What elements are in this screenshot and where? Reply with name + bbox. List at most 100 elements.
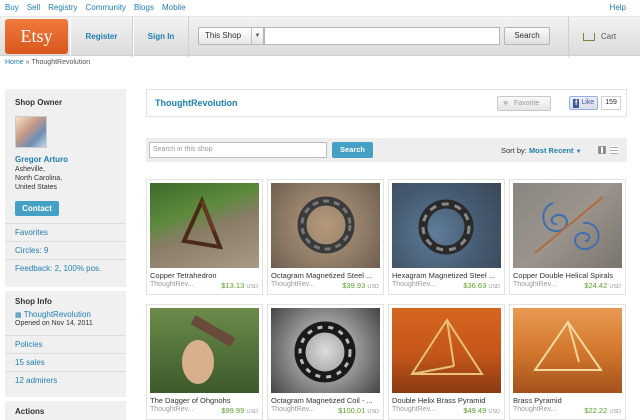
listing-card[interactable]: Hexagram Magnetized Steel ... ThoughtRev… — [388, 179, 505, 295]
shop-title[interactable]: ThoughtRevolution — [155, 98, 237, 108]
listing-title[interactable]: Brass Pyramid — [513, 396, 623, 405]
help-link[interactable]: Help — [610, 3, 626, 12]
price-value: $13.13 — [221, 281, 245, 290]
listing-title[interactable]: Copper Double Helical Spirals — [513, 271, 623, 280]
listing-image[interactable] — [271, 183, 380, 268]
listing-shop[interactable]: ThoughtRev... — [513, 281, 556, 288]
listing-card[interactable]: Copper Tetrahedron ThoughtRev... $13.13 … — [146, 179, 263, 295]
actions-heading: Actions — [15, 407, 45, 416]
sign-in-button[interactable]: Sign In — [133, 17, 189, 57]
search-input[interactable] — [264, 27, 500, 45]
listing-image[interactable] — [150, 308, 259, 393]
facebook-icon: f — [573, 98, 580, 108]
listing-card[interactable]: The Dagger of Ohgnohs ThoughtRev... $99.… — [146, 304, 263, 420]
price-value: $100.01 — [338, 406, 366, 415]
price-currency: USD — [488, 409, 500, 415]
listing-image[interactable] — [150, 183, 259, 268]
grid-view-icon[interactable] — [598, 146, 606, 154]
listing-image[interactable] — [513, 183, 622, 268]
shop-name-row[interactable]: ▦ ThoughtRevolution — [15, 310, 126, 319]
listing-title[interactable]: Octagram Magnetized Steel ... — [271, 271, 381, 280]
listing-card[interactable]: Octagram Magnetized Coil - ... ThoughtRe… — [267, 304, 384, 420]
favorite-button[interactable]: ♥ Favorite — [497, 96, 551, 111]
opened-date: Opened on Nov 14, 2011 — [15, 320, 93, 327]
location-city: Asheville, — [15, 166, 45, 173]
nav-sell-link[interactable]: Sell — [27, 3, 40, 12]
list-view-icon[interactable] — [610, 146, 618, 154]
sales-row[interactable]: 15 sales — [5, 353, 126, 371]
listing-title[interactable]: Copper Tetrahedron — [150, 271, 260, 280]
chevron-down-icon[interactable]: ▼ — [576, 149, 582, 155]
actions-section: Actions — [5, 397, 126, 420]
nav-blogs-link[interactable]: Blogs — [134, 3, 154, 12]
listing-shop[interactable]: ThoughtRev... — [150, 281, 193, 288]
listing-price: $22.22 USD — [584, 406, 621, 415]
octagram-coil-illustration — [297, 196, 355, 254]
breadcrumb-home[interactable]: Home — [5, 59, 24, 66]
favorites-row[interactable]: Favorites — [5, 223, 126, 241]
admirers-row[interactable]: 12 admirers — [5, 371, 126, 389]
owner-name-link[interactable]: Gregor Arturo — [15, 155, 68, 164]
listing-image[interactable] — [271, 308, 380, 393]
nav-buy-link[interactable]: Buy — [5, 3, 19, 12]
site-search: This Shop ▼ Search — [198, 27, 550, 45]
listing-price: $13.13 USD — [221, 281, 258, 290]
copper-spiral-illustration — [534, 196, 604, 254]
sort-select[interactable]: Most Recent — [529, 146, 574, 155]
register-button[interactable]: Register — [70, 17, 133, 57]
search-button[interactable]: Search — [504, 27, 550, 45]
price-value: $24.42 — [584, 281, 608, 290]
cart-button[interactable]: Cart — [568, 17, 640, 57]
listing-card[interactable]: Brass Pyramid ThoughtRev... $22.22 USD — [509, 304, 626, 420]
listing-shop[interactable]: ThoughtRev... — [392, 281, 435, 288]
listing-title[interactable]: The Dagger of Ohgnohs — [150, 396, 260, 405]
listing-shop[interactable]: ThoughtRev... — [271, 406, 314, 413]
policies-link[interactable]: Policies — [15, 340, 43, 349]
listing-image[interactable] — [513, 308, 622, 393]
listing-card[interactable]: Double Helix Brass Pyramid ThoughtRev...… — [388, 304, 505, 420]
favorites-link[interactable]: Favorites — [15, 228, 48, 237]
feedback-link[interactable]: Feedback: 2, 100% pos. — [15, 264, 101, 273]
listing-title[interactable]: Octagram Magnetized Coil - ... — [271, 396, 381, 405]
circles-row[interactable]: Circles: 9 — [5, 241, 126, 259]
nav-community-link[interactable]: Community — [85, 3, 125, 12]
nav-mobile-link[interactable]: Mobile — [162, 3, 186, 12]
listing-title[interactable]: Double Helix Brass Pyramid — [392, 396, 502, 405]
top-nav: Buy Sell Registry Community Blogs Mobile… — [0, 0, 640, 14]
price-currency: USD — [488, 284, 500, 290]
dagger-illustration — [182, 315, 236, 384]
price-currency: USD — [367, 409, 379, 415]
shop-name-link[interactable]: ThoughtRevolution — [24, 310, 91, 319]
site-header: Etsy Register Sign In This Shop ▼ Search… — [0, 16, 640, 57]
listing-shop[interactable]: ThoughtRev... — [150, 406, 193, 413]
listing-title[interactable]: Hexagram Magnetized Steel ... — [392, 271, 502, 280]
shop-search-input[interactable]: Search in this shop — [149, 142, 327, 158]
etsy-logo[interactable]: Etsy — [5, 19, 68, 54]
copper-tetrahedron-illustration — [181, 195, 224, 250]
price-currency: USD — [246, 409, 258, 415]
listing-image[interactable] — [392, 183, 501, 268]
avatar[interactable] — [15, 116, 47, 148]
search-scope-select[interactable]: This Shop ▼ — [198, 27, 264, 45]
circles-link[interactable]: Circles: 9 — [15, 246, 48, 255]
listing-card[interactable]: Octagram Magnetized Steel ... ThoughtRev… — [267, 179, 384, 295]
listing-price: $39.93 USD — [342, 281, 379, 290]
listing-card[interactable]: Copper Double Helical Spirals ThoughtRev… — [509, 179, 626, 295]
sales-link[interactable]: 15 sales — [15, 358, 45, 367]
listing-shop[interactable]: ThoughtRev... — [392, 406, 435, 413]
listing-shop[interactable]: ThoughtRev... — [271, 281, 314, 288]
listing-image[interactable] — [392, 308, 501, 393]
price-value: $36.63 — [463, 281, 487, 290]
contact-button[interactable]: Contact — [15, 201, 59, 216]
listing-price: $49.49 USD — [463, 406, 500, 415]
feedback-row[interactable]: Feedback: 2, 100% pos. — [5, 259, 126, 277]
nav-registry-link[interactable]: Registry — [48, 3, 77, 12]
shop-search-button[interactable]: Search — [332, 142, 373, 158]
facebook-like-button[interactable]: f Like — [569, 96, 599, 110]
policies-row[interactable]: Policies — [5, 335, 126, 353]
price-value: $39.93 — [342, 281, 366, 290]
chevron-down-icon: ▼ — [251, 28, 263, 44]
listing-shop[interactable]: ThoughtRev... — [513, 406, 556, 413]
favorite-label: Favorite — [514, 100, 540, 107]
admirers-link[interactable]: 12 admirers — [15, 376, 57, 385]
